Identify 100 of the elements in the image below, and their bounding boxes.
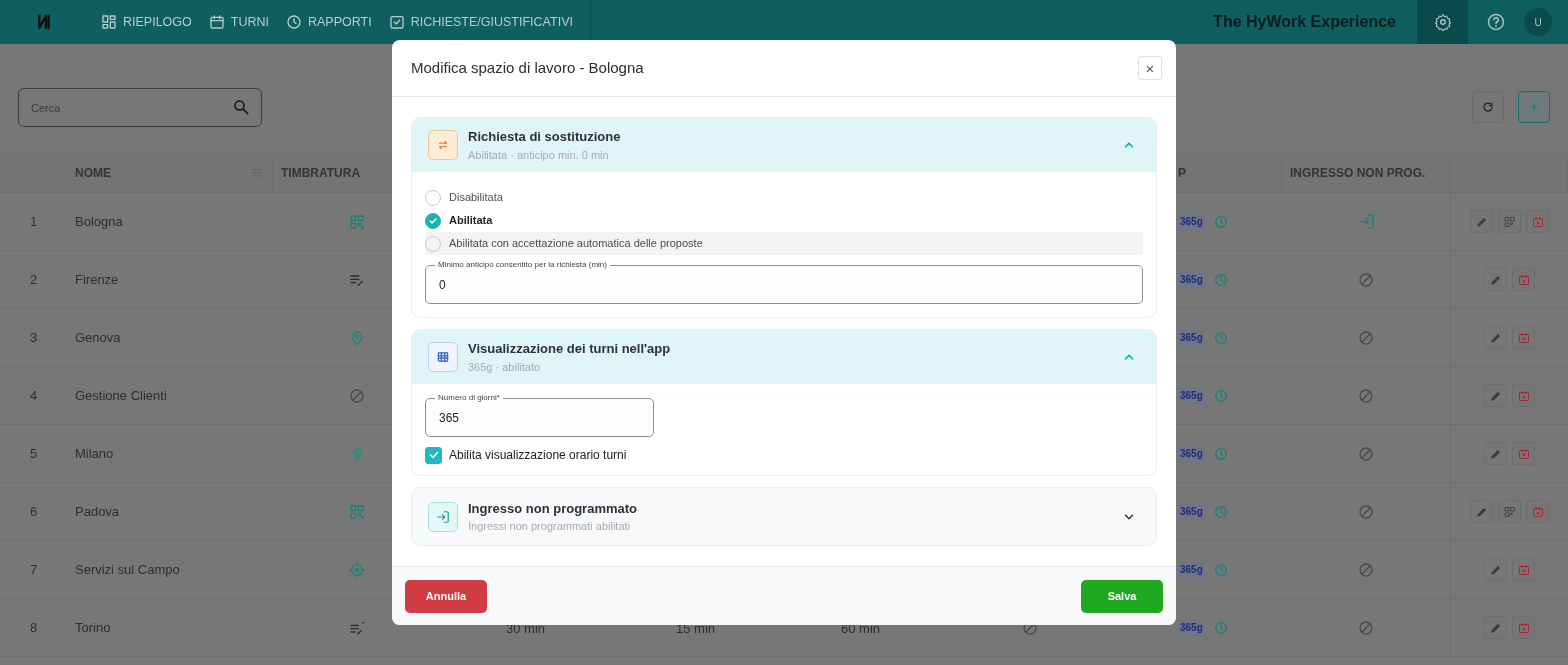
clock-icon bbox=[1213, 272, 1228, 287]
delete-button[interactable] bbox=[1512, 558, 1535, 581]
modal-title: Modifica spazio di lavoro - Bologna bbox=[411, 59, 644, 77]
edit-button[interactable] bbox=[1470, 210, 1493, 233]
delete-button[interactable] bbox=[1512, 442, 1535, 465]
add-button[interactable] bbox=[1518, 90, 1550, 123]
delete-button[interactable] bbox=[1526, 500, 1549, 523]
pencil-icon bbox=[1475, 505, 1488, 518]
calendar-delete-icon bbox=[1517, 563, 1530, 576]
edit-button[interactable] bbox=[1470, 500, 1493, 523]
delete-button[interactable] bbox=[1526, 210, 1549, 233]
qr-code-button[interactable] bbox=[1498, 210, 1521, 233]
column-header: TIMBRATURA bbox=[281, 165, 361, 182]
user-avatar[interactable]: U bbox=[1524, 8, 1552, 36]
table-cell-text: Torino bbox=[75, 618, 111, 637]
calendar-delete-icon bbox=[1517, 331, 1530, 344]
section-header[interactable]: Ingresso non programmato Ingressi non programmati abilitati bbox=[412, 488, 1156, 545]
calendar-delete-icon bbox=[1531, 505, 1544, 518]
pencil-icon bbox=[1489, 331, 1502, 344]
days-badge: 365g bbox=[1177, 503, 1206, 520]
clock-icon bbox=[286, 14, 302, 30]
edit-list-icon bbox=[349, 619, 365, 636]
edit-button[interactable] bbox=[1484, 442, 1507, 465]
section-subtitle: 365g · abilitato bbox=[468, 359, 542, 375]
qr-code-button[interactable] bbox=[1498, 500, 1521, 523]
days-badge: 365g bbox=[1177, 561, 1206, 578]
close-button[interactable]: × bbox=[1138, 56, 1162, 80]
checkbox-icon bbox=[388, 14, 405, 30]
calendar-delete-icon bbox=[1517, 621, 1530, 634]
clock-icon bbox=[1213, 504, 1228, 519]
nav-item[interactable]: RICHIESTE/GIUSTIFICATIVI bbox=[388, 0, 590, 44]
edit-button[interactable] bbox=[1484, 268, 1507, 291]
calendar-icon bbox=[208, 14, 225, 30]
section-header[interactable]: Visualizzazione dei turni nell'app 365g · abilitato bbox=[412, 330, 1156, 384]
nav-item[interactable]: TURNI bbox=[208, 0, 286, 44]
clock-icon bbox=[1213, 388, 1228, 403]
row-number: 1 bbox=[29, 212, 38, 231]
clock-icon bbox=[1213, 330, 1228, 345]
qr-code-icon bbox=[1503, 215, 1516, 228]
row-number: 5 bbox=[29, 444, 38, 463]
delete-button[interactable] bbox=[1512, 268, 1535, 291]
table-cell-text: Servizi sul Campo bbox=[75, 560, 180, 579]
section-title: Richiesta di sostituzione bbox=[468, 128, 621, 146]
table-cell-text: Bologna bbox=[75, 212, 123, 231]
row-number: 7 bbox=[29, 560, 38, 579]
pencil-icon bbox=[1475, 215, 1488, 228]
column-header: INGRESSO NON PROG. bbox=[1290, 165, 1426, 182]
checkbox-option[interactable]: Abilita visualizzazione orario turni bbox=[425, 446, 1143, 464]
settings-button[interactable] bbox=[1417, 0, 1468, 44]
calendar-delete-icon bbox=[1517, 447, 1530, 460]
login-icon bbox=[428, 501, 458, 532]
section-header[interactable]: Richiesta di sostituzione Abilitata · anticipo min. 0 min bbox=[412, 118, 1156, 172]
refresh-button[interactable] bbox=[1472, 90, 1504, 123]
clock-icon bbox=[1213, 214, 1228, 229]
calendar-delete-icon bbox=[1517, 389, 1530, 402]
section-subtitle: Abilitata · anticipo min. 0 min bbox=[468, 147, 610, 163]
radio-button[interactable] bbox=[425, 212, 441, 229]
radio-option[interactable]: Abilitata con accettazione automatica delle proposte bbox=[425, 232, 1143, 255]
days-badge: 365g bbox=[1177, 387, 1206, 404]
swap-icon bbox=[428, 130, 458, 160]
checkbox[interactable] bbox=[425, 446, 442, 464]
plus-icon bbox=[1528, 100, 1540, 113]
table-cell-text: Firenze bbox=[75, 270, 119, 289]
cancel-button[interactable]: Annulla bbox=[405, 580, 487, 613]
radio-option[interactable]: Disabilitata bbox=[425, 186, 1143, 209]
days-badge: 365g bbox=[1177, 213, 1206, 230]
column-header: P bbox=[1178, 165, 1186, 182]
nav-item[interactable]: RIEPILOGO bbox=[101, 0, 209, 44]
days-badge: 365g bbox=[1177, 619, 1206, 636]
location-pin-icon bbox=[349, 329, 365, 346]
edit-button[interactable] bbox=[1484, 384, 1507, 407]
row-number: 6 bbox=[29, 502, 38, 521]
calendar-delete-icon bbox=[1531, 215, 1544, 228]
calendar-delete-icon bbox=[1517, 273, 1530, 286]
check-icon bbox=[428, 215, 438, 226]
edit-button[interactable] bbox=[1484, 326, 1507, 349]
qr-code-icon bbox=[349, 213, 365, 230]
pencil-icon bbox=[1489, 563, 1502, 576]
settings-icon bbox=[1433, 13, 1452, 31]
section-title: Ingresso non programmato bbox=[468, 499, 638, 518]
target-icon bbox=[349, 561, 365, 578]
edit-button[interactable] bbox=[1484, 616, 1507, 639]
row-number: 4 bbox=[29, 386, 38, 405]
delete-button[interactable] bbox=[1512, 384, 1535, 407]
search-field[interactable]: Cerca bbox=[18, 88, 262, 127]
delete-button[interactable] bbox=[1512, 326, 1535, 349]
pencil-icon bbox=[1489, 447, 1502, 460]
days-badge: 365g bbox=[1177, 271, 1206, 288]
nav-item[interactable]: RAPPORTI bbox=[286, 0, 389, 44]
qr-code-icon bbox=[1503, 505, 1516, 518]
table-cell-text: Gestione Clienti bbox=[75, 386, 167, 405]
radio-option[interactable]: Abilitata bbox=[425, 209, 1143, 232]
column-header: NOME bbox=[75, 165, 111, 182]
table-cell-text: Padova bbox=[75, 502, 120, 521]
fingerprint-icon bbox=[349, 445, 365, 462]
edit-button[interactable] bbox=[1484, 558, 1507, 581]
grid-icon bbox=[428, 342, 458, 372]
delete-button[interactable] bbox=[1512, 616, 1535, 639]
section-title: Visualizzazione dei turni nell'app bbox=[468, 340, 671, 358]
row-number: 2 bbox=[29, 270, 38, 289]
